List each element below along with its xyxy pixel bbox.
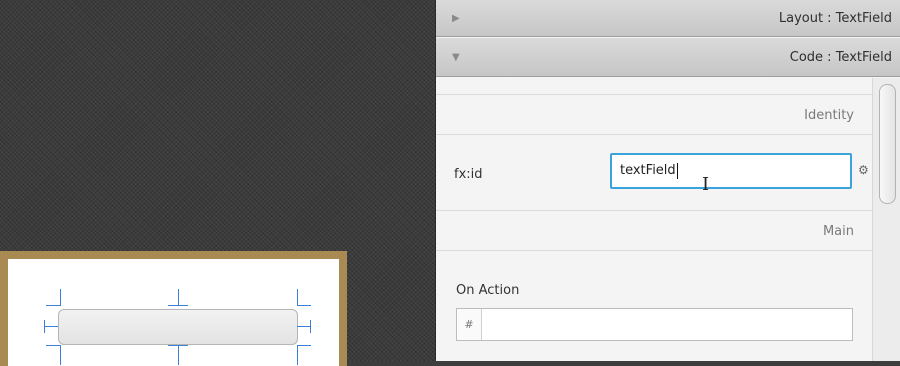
selection-handle-right-mid-v xyxy=(310,320,311,333)
selection-handle-bottom-right xyxy=(297,345,298,365)
code-section-header[interactable]: ▼ Code : TextField xyxy=(436,38,900,77)
selection-handle-top-left xyxy=(60,289,61,306)
fx-id-label: fx:id xyxy=(454,167,483,182)
selection-handle-right-mid xyxy=(297,326,311,327)
triangle-right-icon: ▶ xyxy=(452,12,460,24)
divider xyxy=(436,210,872,211)
selection-handle-top-right-h xyxy=(297,305,311,306)
selection-handle-top-mid-h xyxy=(168,305,188,306)
selection-handle-top-left-h xyxy=(46,305,60,306)
selection-handle-top-mid xyxy=(178,289,179,306)
selection-handle-left-mid xyxy=(44,326,58,327)
selection-handle-bottom-left xyxy=(60,345,61,365)
code-section-title: Code : TextField xyxy=(789,49,892,65)
inspector-panel: ▶ Layout : TextField ▼ Code : TextField … xyxy=(435,0,900,361)
selection-handle-bottom-right-h xyxy=(297,345,311,346)
fx-id-value: textField xyxy=(620,163,676,178)
container-pane-border[interactable] xyxy=(0,251,347,366)
selection-handle-bottom-mid xyxy=(178,345,179,365)
code-section-content: Identity fx:id textField I ⚙ Main On Act… xyxy=(436,78,872,361)
textfield-preview[interactable] xyxy=(58,309,298,345)
triangle-down-icon: ▼ xyxy=(452,51,460,63)
identity-section-label: Identity xyxy=(804,108,854,123)
text-caret xyxy=(676,162,678,179)
main-section-label: Main xyxy=(822,224,854,239)
design-canvas[interactable] xyxy=(0,0,435,366)
selection-handle-bottom-left-h xyxy=(46,345,60,346)
on-action-input[interactable]: # xyxy=(456,308,853,341)
vertical-scrollbar[interactable] xyxy=(872,78,900,361)
selection-handle-bottom-mid-h xyxy=(168,345,188,346)
divider xyxy=(436,250,872,251)
ibeam-cursor-icon: I xyxy=(702,174,710,195)
on-action-label: On Action xyxy=(456,283,520,298)
container-pane[interactable] xyxy=(8,259,339,366)
hash-prefix-label: # xyxy=(457,309,482,340)
gear-icon[interactable]: ⚙ xyxy=(858,163,869,177)
layout-section-header[interactable]: ▶ Layout : TextField xyxy=(436,0,900,37)
scrollbar-thumb[interactable] xyxy=(879,84,896,204)
layout-section-title: Layout : TextField xyxy=(778,10,892,26)
fx-id-input[interactable]: textField xyxy=(610,153,852,189)
divider xyxy=(436,94,872,95)
selection-handle-top-right xyxy=(297,289,298,306)
divider xyxy=(436,134,872,135)
selection-handle-left-mid-v xyxy=(44,320,45,333)
